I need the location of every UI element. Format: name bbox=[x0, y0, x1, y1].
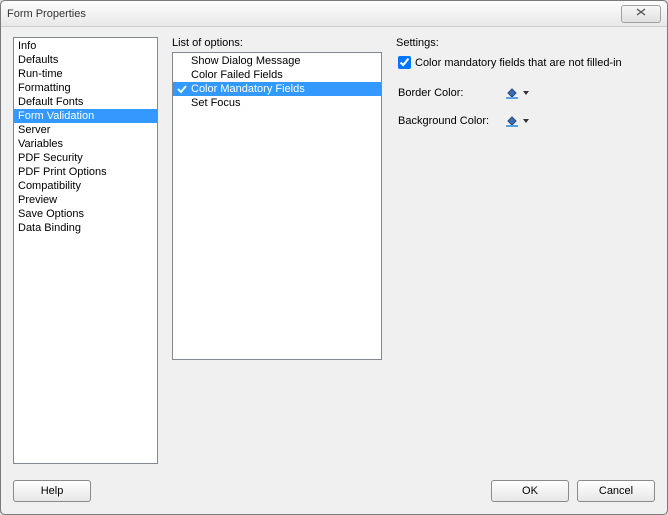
options-column: List of options: Show Dialog Message Colo… bbox=[172, 37, 382, 464]
settings-column: Settings: Color mandatory fields that ar… bbox=[396, 37, 655, 464]
close-button[interactable] bbox=[621, 5, 661, 23]
settings-label: Settings: bbox=[396, 37, 655, 49]
category-item[interactable]: Server bbox=[14, 123, 157, 137]
border-color-label: Border Color: bbox=[398, 87, 494, 99]
category-item[interactable]: Compatibility bbox=[14, 179, 157, 193]
help-button[interactable]: Help bbox=[13, 480, 91, 502]
footer-spacer bbox=[99, 480, 483, 502]
category-item[interactable]: Default Fonts bbox=[14, 95, 157, 109]
options-label: List of options: bbox=[172, 37, 382, 49]
background-color-row: Background Color: bbox=[398, 111, 655, 131]
category-item[interactable]: PDF Print Options bbox=[14, 165, 157, 179]
border-color-picker[interactable] bbox=[500, 83, 534, 103]
color-mandatory-checkbox-label: Color mandatory fields that are not fill… bbox=[415, 57, 622, 69]
dialog-footer: Help OK Cancel bbox=[1, 472, 667, 514]
category-item[interactable]: Formatting bbox=[14, 81, 157, 95]
color-mandatory-checkbox[interactable] bbox=[398, 56, 411, 69]
paint-bucket-icon bbox=[504, 113, 520, 129]
category-item[interactable]: Defaults bbox=[14, 53, 157, 67]
cancel-button[interactable]: Cancel bbox=[577, 480, 655, 502]
background-color-picker[interactable] bbox=[500, 111, 534, 131]
color-mandatory-checkbox-row[interactable]: Color mandatory fields that are not fill… bbox=[398, 56, 655, 69]
category-item[interactable]: Preview bbox=[14, 193, 157, 207]
category-item[interactable]: Variables bbox=[14, 137, 157, 151]
chevron-down-icon bbox=[522, 89, 530, 97]
close-icon bbox=[634, 7, 648, 20]
dialog-body: InfoDefaultsRun-timeFormattingDefault Fo… bbox=[1, 27, 667, 472]
option-item[interactable]: Color Failed Fields bbox=[173, 68, 381, 82]
option-item-label: Color Mandatory Fields bbox=[191, 83, 305, 95]
option-item-label: Show Dialog Message bbox=[191, 55, 300, 67]
background-color-label: Background Color: bbox=[398, 115, 494, 127]
category-item[interactable]: Form Validation bbox=[14, 109, 157, 123]
check-icon bbox=[176, 83, 188, 95]
option-item[interactable]: Color Mandatory Fields bbox=[173, 82, 381, 96]
dialog-title: Form Properties bbox=[7, 8, 621, 20]
category-item[interactable]: Save Options bbox=[14, 207, 157, 221]
ok-button[interactable]: OK bbox=[491, 480, 569, 502]
category-list[interactable]: InfoDefaultsRun-timeFormattingDefault Fo… bbox=[13, 37, 158, 464]
category-item[interactable]: Info bbox=[14, 39, 157, 53]
chevron-down-icon bbox=[522, 117, 530, 125]
category-item[interactable]: Run-time bbox=[14, 67, 157, 81]
option-item[interactable]: Set Focus bbox=[173, 96, 381, 110]
form-properties-dialog: Form Properties InfoDefaultsRun-timeForm… bbox=[0, 0, 668, 515]
category-item[interactable]: Data Binding bbox=[14, 221, 157, 235]
border-color-row: Border Color: bbox=[398, 83, 655, 103]
settings-area: Color mandatory fields that are not fill… bbox=[396, 52, 655, 139]
option-item-label: Color Failed Fields bbox=[191, 69, 283, 81]
paint-bucket-icon bbox=[504, 85, 520, 101]
category-item[interactable]: PDF Security bbox=[14, 151, 157, 165]
options-list[interactable]: Show Dialog Message Color Failed Fields Co… bbox=[172, 52, 382, 360]
option-item-label: Set Focus bbox=[191, 97, 241, 109]
titlebar: Form Properties bbox=[1, 1, 667, 27]
option-item[interactable]: Show Dialog Message bbox=[173, 54, 381, 68]
